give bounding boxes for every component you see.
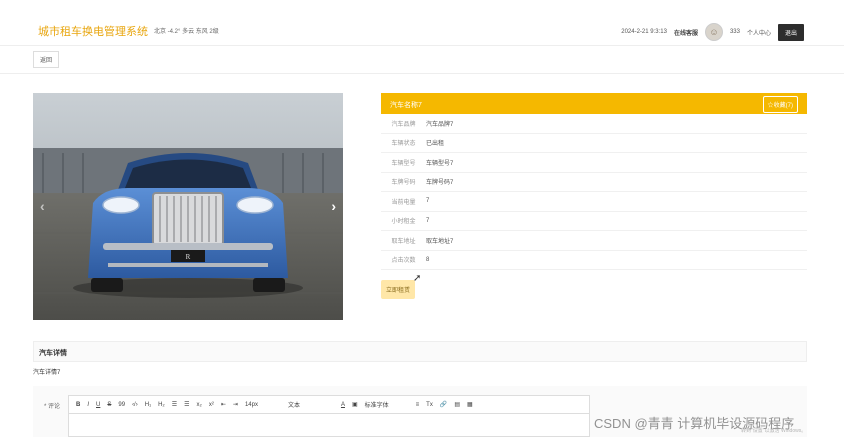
outdent-icon[interactable]: ⇤ [221, 401, 226, 408]
info-row-label: 车牌号码 [391, 180, 416, 187]
superscript-icon[interactable]: x² [209, 402, 214, 408]
carousel-next-icon[interactable]: › [331, 198, 336, 214]
info-row-label: 车辆状态 [391, 141, 416, 148]
info-row-label: 车辆型号 [391, 160, 416, 167]
editor-toolbar: B I U S 99 ‹/› H₁ H₂ ☰ ☰ x₂ x² ⇤ ⇥ 14px … [69, 396, 589, 414]
info-row-pickup: 取车地址 取车地址7 [381, 231, 807, 251]
comment-editor[interactable]: B I U S 99 ‹/› H₁ H₂ ☰ ☰ x₂ x² ⇤ ⇥ 14px … [68, 395, 590, 437]
car-info-panel: 汽车名称7 ☆收藏(7) 汽车品牌 汽车品牌7 车辆状态 已出租 车辆型号 车辆… [381, 93, 807, 270]
font-size-select[interactable]: 14px [245, 402, 281, 408]
code-icon[interactable]: ‹/› [132, 402, 138, 408]
online-service-link[interactable]: 在线客服 [674, 28, 698, 37]
car-photo: R [33, 93, 343, 320]
detail-section-header: 汽车详情 [33, 341, 807, 362]
profile-link[interactable]: 个人中心 [747, 28, 771, 37]
detail-title: 汽车详情 [39, 350, 67, 357]
info-row-model: 车辆型号 车辆型号7 [381, 153, 807, 173]
subscript-icon[interactable]: x₂ [197, 402, 202, 408]
top-header: 城市租车换电管理系统 北京 -4.2° 多云 东风 2级 2024-2-21 9… [0, 0, 844, 46]
info-row-value: 8 [426, 256, 430, 263]
info-row-battery: 当前电量 7 [381, 192, 807, 212]
info-row-value: 取车地址7 [426, 238, 454, 245]
info-row-plate: 车牌号码 车牌号码7 [381, 173, 807, 192]
info-row-hourly-rent: 小时租金 7 [381, 212, 807, 231]
site-title[interactable]: 城市租车换电管理系统 [38, 23, 148, 39]
breadcrumb-bar: 返回 [0, 46, 844, 74]
video-icon[interactable]: ▦ [467, 401, 473, 408]
text-style-select[interactable]: 文本 [288, 400, 334, 409]
info-row-value: 车辆型号7 [426, 160, 454, 167]
info-row-value: 7 [426, 217, 430, 224]
align-icon[interactable]: ≡ [416, 402, 420, 408]
back-button[interactable]: 返回 [33, 51, 60, 68]
background-color-icon[interactable]: ▣ [352, 401, 358, 408]
favorite-button[interactable]: ☆收藏(7) [762, 96, 798, 113]
font-color-icon[interactable]: A [341, 402, 345, 408]
info-row-label: 点击次数 [391, 258, 416, 265]
info-row-label: 取车地址 [391, 238, 416, 245]
logout-button[interactable]: 退出 [777, 23, 804, 41]
info-row-label: 小时租金 [391, 219, 416, 226]
info-row-label: 当前电量 [391, 199, 416, 206]
info-row-brand: 汽车品牌 汽车品牌7 [381, 114, 807, 134]
info-row-clicks: 点击次数 8 [381, 251, 807, 270]
info-row-value: 汽车品牌7 [426, 121, 454, 128]
windows-activation-notice: 转到"设置"以激活 Windows。 [741, 428, 807, 434]
car-info-header: 汽车名称7 ☆收藏(7) [381, 93, 807, 114]
bold-icon[interactable]: B [76, 402, 80, 408]
datetime: 2024-2-21 9:3:13 [621, 29, 667, 35]
info-row-label: 汽车品牌 [391, 121, 416, 128]
detail-content: 汽车详情7 [33, 370, 61, 376]
italic-icon[interactable]: I [87, 402, 89, 408]
heading2-icon[interactable]: H₂ [158, 402, 165, 408]
weather-info: 北京 -4.2° 多云 东风 2级 [154, 29, 219, 35]
header-user-area: 2024-2-21 9:3:13 在线客服 ☺ 333 个人中心 退出 [621, 20, 804, 44]
indent-icon[interactable]: ⇥ [233, 401, 238, 408]
info-row-status: 车辆状态 已出租 [381, 134, 807, 153]
underline-icon[interactable]: U [96, 402, 100, 408]
info-row-value: 车牌号码7 [426, 180, 454, 187]
ordered-list-icon[interactable]: ☰ [172, 401, 177, 408]
clear-format-icon[interactable]: Tx [426, 402, 433, 408]
username: 333 [729, 29, 740, 35]
strikethrough-icon[interactable]: S [107, 402, 111, 408]
quote-icon[interactable]: 99 [118, 402, 125, 408]
info-row-value: 7 [426, 198, 430, 205]
info-row-value: 已出租 [426, 141, 445, 148]
carousel-prev-icon[interactable]: ‹ [40, 198, 45, 214]
bullet-list-icon[interactable]: ☰ [184, 401, 189, 408]
mouse-cursor-icon: ➚ [413, 273, 422, 284]
svg-text:R: R [186, 253, 191, 261]
car-name: 汽车名称7 [390, 102, 422, 109]
image-icon[interactable]: ▤ [454, 401, 460, 408]
car-image-carousel[interactable]: R ‹ › [33, 93, 343, 320]
heading1-icon[interactable]: H₁ [145, 402, 151, 408]
link-icon[interactable]: 🔗 [440, 401, 447, 408]
avatar[interactable]: ☺ [704, 23, 723, 41]
font-family-select[interactable]: 标准字体 [365, 400, 409, 409]
comment-label: * 评论 [44, 404, 61, 410]
rent-now-button[interactable]: 立即租赁 [381, 280, 416, 299]
